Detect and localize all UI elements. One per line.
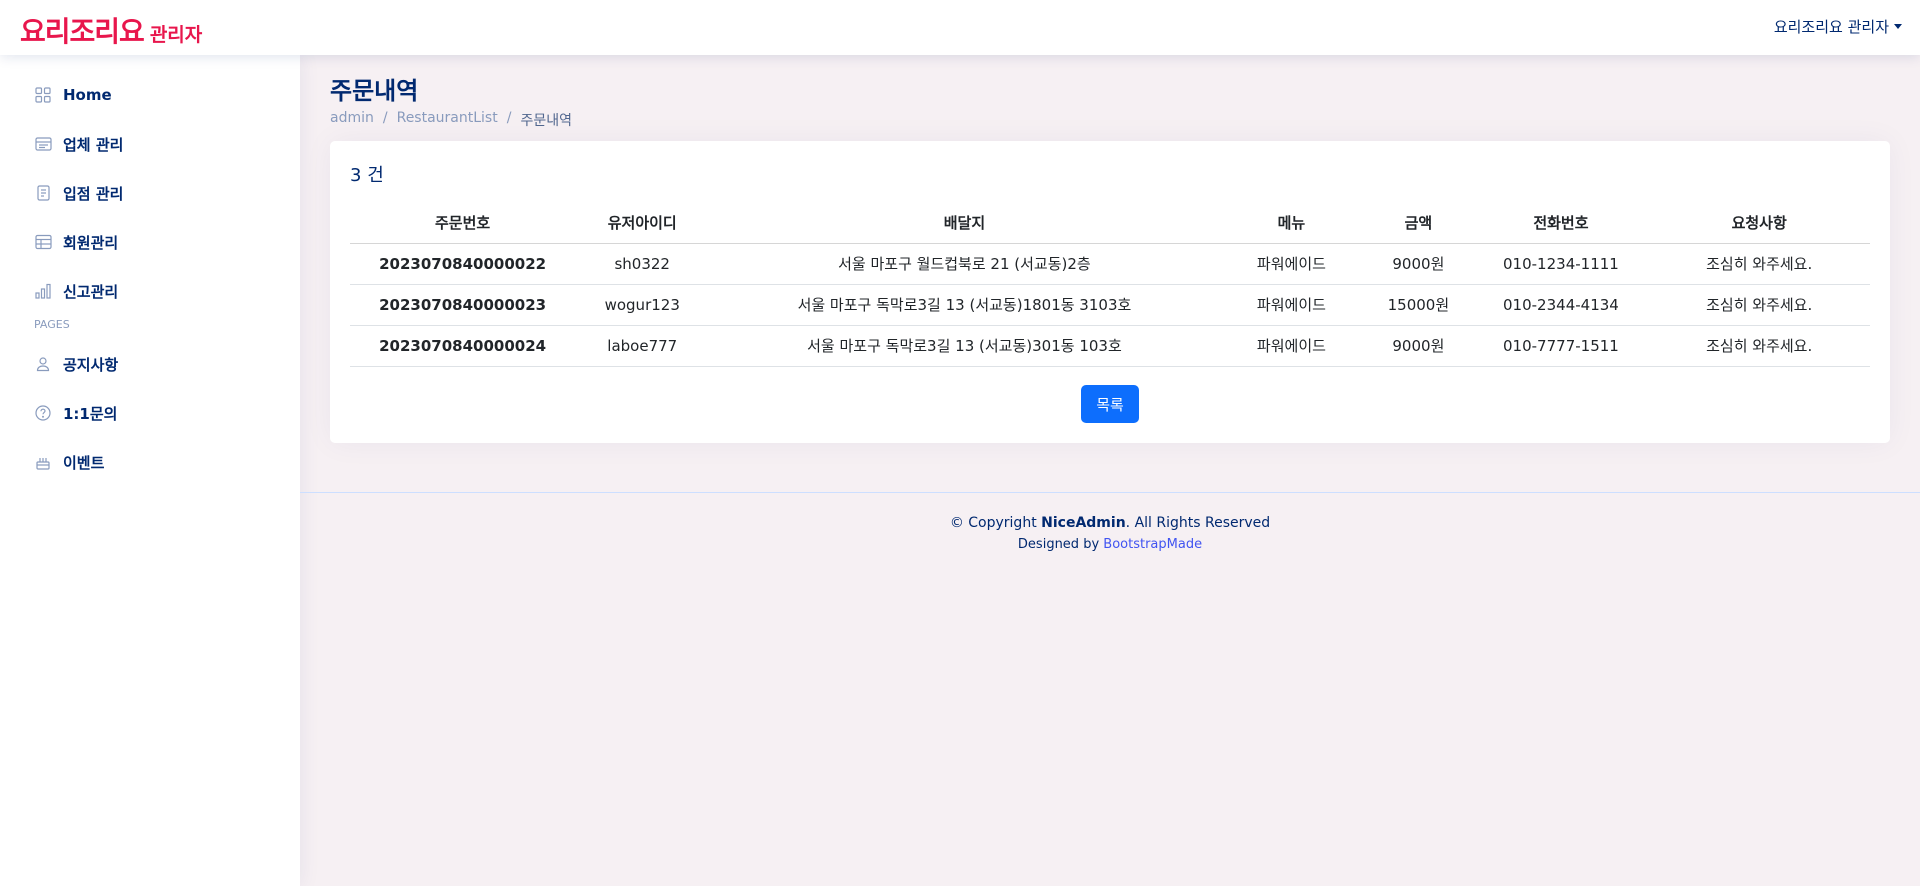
cell-menu: 파워에이드 xyxy=(1219,284,1364,326)
cell-request: 조심히 와주세요. xyxy=(1648,325,1870,367)
sidebar: Home 업체 관리 입점 관리 회원관리 신고관리 PAGES 공지사항 1:… xyxy=(0,55,300,886)
cell-user-id: laboe777 xyxy=(575,325,710,367)
sidebar-item-company[interactable]: 업체 관리 xyxy=(0,126,300,162)
designed-by-label: Designed by xyxy=(1017,537,1100,552)
cell-request: 조심히 와주세요. xyxy=(1648,243,1870,285)
person-icon xyxy=(34,355,52,373)
main-content: 주문내역 admin / RestaurantList / 주문내역 3 건 주… xyxy=(300,55,1920,886)
sidebar-item-label: 신고관리 xyxy=(63,282,119,301)
order-table: 주문번호 유저아이디 배달지 메뉴 금액 전화번호 요청사항 202307084… xyxy=(350,202,1870,367)
cell-menu: 파워에이드 xyxy=(1219,325,1364,367)
sidebar-item-reports[interactable]: 신고관리 xyxy=(0,273,300,309)
cell-user-id: wogur123 xyxy=(575,284,710,326)
cell-phone: 010-1234-1111 xyxy=(1473,243,1649,285)
sidebar-item-label: 회원관리 xyxy=(63,233,119,252)
cake-icon xyxy=(34,453,52,471)
logo[interactable]: 요리조리요 관리자 xyxy=(20,10,202,50)
copyright-suffix: . All Rights Reserved xyxy=(1125,515,1271,531)
layout-text-icon xyxy=(34,135,52,153)
header: 요리조리요 관리자 요리조리요 관리자 xyxy=(0,0,1920,55)
grid-icon xyxy=(34,86,52,104)
sidebar-item-label: 입점 관리 xyxy=(63,184,124,203)
count-number: 3 xyxy=(350,165,362,186)
column-header-user-id: 유저아이디 xyxy=(575,202,710,244)
column-header-order-no: 주문번호 xyxy=(350,202,576,244)
cell-amount: 9000원 xyxy=(1363,243,1474,285)
footer-brand: NiceAdmin xyxy=(1041,515,1126,531)
cell-phone: 010-2344-4134 xyxy=(1473,284,1649,326)
sidebar-item-label: 이벤트 xyxy=(63,453,105,472)
footer: © Copyright NiceAdmin. All Rights Reserv… xyxy=(300,492,1920,552)
sidebar-item-members[interactable]: 회원관리 xyxy=(0,224,300,260)
table-header-row: 주문번호 유저아이디 배달지 메뉴 금액 전화번호 요청사항 xyxy=(350,202,1870,244)
sidebar-item-notice[interactable]: 공지사항 xyxy=(0,346,300,382)
copyright: © Copyright NiceAdmin. All Rights Reserv… xyxy=(300,515,1920,531)
sidebar-item-inquiry[interactable]: 1:1문의 xyxy=(0,395,300,431)
order-card: 3 건 주문번호 유저아이디 배달지 메뉴 금액 전화번호 요청사항 20230… xyxy=(330,141,1890,443)
sidebar-heading: PAGES xyxy=(34,318,70,331)
breadcrumb-separator: / xyxy=(382,110,388,126)
count-unit: 건 xyxy=(367,165,384,186)
list-button[interactable]: 목록 xyxy=(1081,385,1139,423)
breadcrumb-restaurant-list[interactable]: RestaurantList xyxy=(397,110,498,130)
table-row: 2023070840000024 laboe777 서울 마포구 독막로3길 1… xyxy=(350,325,1870,367)
designer-link[interactable]: BootstrapMade xyxy=(1103,537,1202,552)
cell-amount: 15000원 xyxy=(1363,284,1474,326)
journal-text-icon xyxy=(34,184,52,202)
column-header-amount: 금액 xyxy=(1363,202,1474,244)
result-count: 3 건 xyxy=(350,161,384,187)
profile-dropdown[interactable]: 요리조리요 관리자 xyxy=(1774,16,1902,37)
page-title-block: 주문내역 admin / RestaurantList / 주문내역 xyxy=(330,71,572,130)
column-header-menu: 메뉴 xyxy=(1219,202,1364,244)
cell-order-no: 2023070840000023 xyxy=(350,284,576,326)
cell-address: 서울 마포구 독막로3길 13 (서교동)301동 103호 xyxy=(709,325,1220,367)
cell-phone: 010-7777-1511 xyxy=(1473,325,1649,367)
cell-menu: 파워에이드 xyxy=(1219,243,1364,285)
sidebar-item-store-entry[interactable]: 입점 관리 xyxy=(0,175,300,211)
sidebar-item-label: 공지사항 xyxy=(63,355,119,374)
table-row: 2023070840000022 sh0322 서울 마포구 월드컵북로 21 … xyxy=(350,243,1870,285)
column-header-address: 배달지 xyxy=(709,202,1220,244)
breadcrumb: admin / RestaurantList / 주문내역 xyxy=(330,110,572,130)
cell-order-no: 2023070840000022 xyxy=(350,243,576,285)
table-row: 2023070840000023 wogur123 서울 마포구 독막로3길 1… xyxy=(350,284,1870,326)
caret-down-icon xyxy=(1894,24,1902,29)
table-icon xyxy=(34,233,52,251)
sidebar-item-home[interactable]: Home xyxy=(0,77,300,113)
cell-user-id: sh0322 xyxy=(575,243,710,285)
profile-name: 요리조리요 관리자 xyxy=(1773,18,1889,36)
breadcrumb-separator: / xyxy=(506,110,512,126)
column-header-request: 요청사항 xyxy=(1648,202,1870,244)
cell-address: 서울 마포구 독막로3길 13 (서교동)1801동 3103호 xyxy=(709,284,1220,326)
question-circle-icon xyxy=(34,404,52,422)
cell-order-no: 2023070840000024 xyxy=(350,325,576,367)
cell-address: 서울 마포구 월드컵북로 21 (서교동)2층 xyxy=(709,243,1220,285)
bar-chart-icon xyxy=(34,282,52,300)
sidebar-item-label: 업체 관리 xyxy=(63,135,124,154)
cell-amount: 9000원 xyxy=(1363,325,1474,367)
column-header-phone: 전화번호 xyxy=(1473,202,1649,244)
sidebar-item-label: Home xyxy=(63,86,112,104)
breadcrumb-admin[interactable]: admin xyxy=(330,110,374,130)
credits: Designed by BootstrapMade xyxy=(300,537,1920,552)
breadcrumb-current: 주문내역 xyxy=(520,113,572,129)
sidebar-item-label: 1:1문의 xyxy=(63,404,118,423)
copyright-prefix: © Copyright xyxy=(949,515,1037,531)
page-title: 주문내역 xyxy=(330,77,419,105)
logo-main: 요리조리요 xyxy=(20,15,145,48)
logo-sub: 관리자 xyxy=(149,24,203,46)
sidebar-item-event[interactable]: 이벤트 xyxy=(0,444,300,480)
cell-request: 조심히 와주세요. xyxy=(1648,284,1870,326)
